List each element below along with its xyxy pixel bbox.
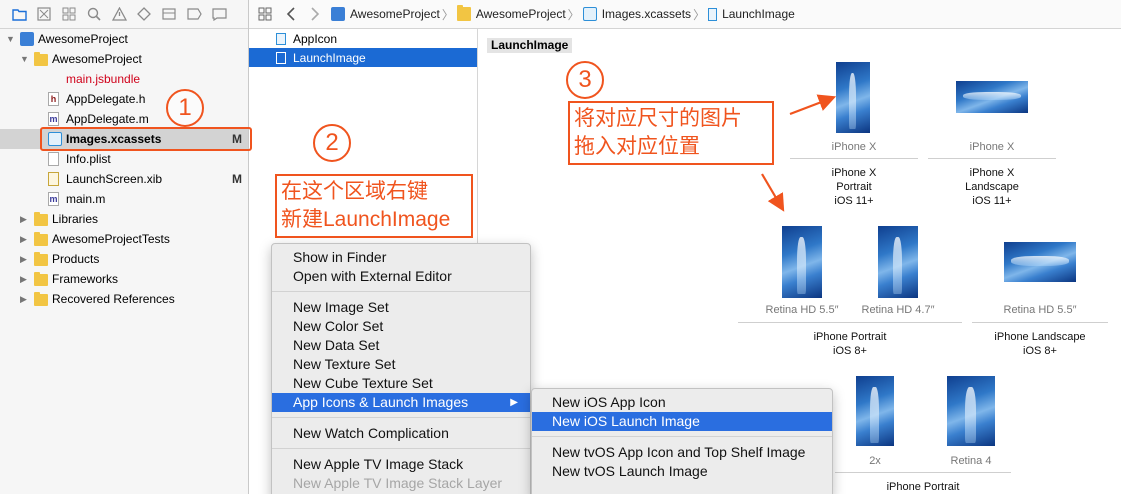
- arrow-to-iphonex: [789, 94, 837, 116]
- arrow-to-ios8: [761, 173, 785, 212]
- xcode-window: ▼ AwesomeProject ▼ AwesomeProject main.jsbun…: [0, 0, 1121, 494]
- annotation-arrows: [761, 94, 837, 212]
